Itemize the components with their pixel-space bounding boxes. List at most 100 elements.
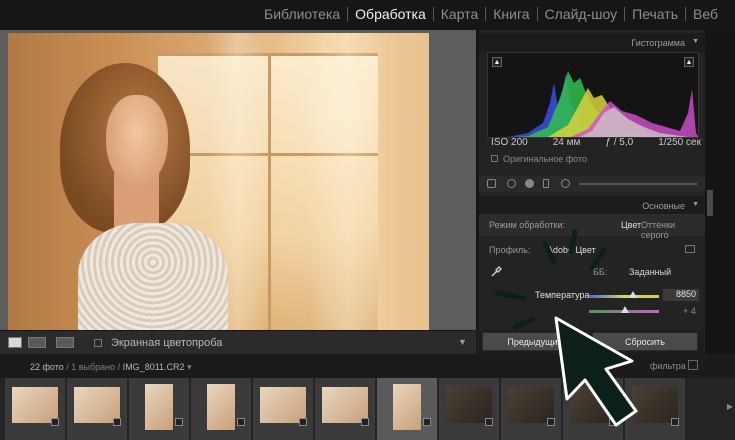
module-book[interactable]: Книга <box>486 5 536 23</box>
edited-badge-icon <box>113 418 121 426</box>
loupe-view-button[interactable] <box>8 337 22 348</box>
edited-badge-icon <box>423 418 431 426</box>
original-checkbox[interactable] <box>491 155 498 162</box>
tool-strip <box>479 176 705 192</box>
edited-badge-icon <box>361 418 369 426</box>
module-slideshow[interactable]: Слайд-шоу <box>538 5 625 23</box>
edited-badge-icon <box>547 418 555 426</box>
treatment-color-option[interactable]: Цвет <box>621 220 641 230</box>
panel-buttons: Предыдущий Сбросить <box>476 330 705 354</box>
filmstrip-info: 22 фото / 1 выбрано / IMG_8011.CR2 ▾ <box>30 362 192 372</box>
tint-row: + 4 <box>479 306 705 318</box>
canvas-toolbar: Экранная цветопроба ▼ <box>0 330 476 354</box>
tint-value[interactable]: + 4 <box>683 306 696 316</box>
module-print[interactable]: Печать <box>625 5 685 23</box>
selected-count: 1 выбрано <box>71 362 116 372</box>
profile-select[interactable]: Adobe Цвет <box>547 245 596 255</box>
reset-button[interactable]: Сбросить <box>592 332 698 351</box>
filter-label[interactable]: фильтра <box>650 361 686 371</box>
module-picker: Библиотека Обработка Карта Книга Слайд-ш… <box>0 0 735 30</box>
collapse-icon[interactable]: ▼ <box>692 38 699 45</box>
edited-badge-icon <box>609 418 617 426</box>
edited-badge-icon <box>175 418 183 426</box>
previous-button[interactable]: Предыдущий <box>482 332 588 351</box>
module-map[interactable]: Карта <box>434 5 485 23</box>
softproof-checkbox[interactable] <box>94 339 102 347</box>
temperature-slider[interactable] <box>589 295 659 298</box>
thumb-image <box>207 384 235 430</box>
photo-count: 22 фото <box>30 362 64 372</box>
filmstrip-thumb[interactable] <box>253 378 313 440</box>
wb-select[interactable]: Заданный <box>629 267 671 277</box>
treatment-row: Режим обработки: Цвет Оттенки серого <box>479 214 705 240</box>
module-library[interactable]: Библиотека <box>257 5 347 23</box>
exif-shutter: 1/250 сек <box>658 137 701 148</box>
profile-label: Профиль: <box>489 245 531 255</box>
photo-canvas[interactable] <box>0 30 476 354</box>
white-balance-row: ББ: Заданный <box>479 263 705 281</box>
basic-header[interactable]: Основные ▼ <box>479 196 705 216</box>
module-web[interactable]: Веб <box>686 5 725 23</box>
filmstrip-thumb[interactable] <box>439 378 499 440</box>
treatment-bw-option[interactable]: Оттенки серого <box>641 220 705 240</box>
filmstrip-thumb[interactable] <box>625 378 685 440</box>
spot-removal-icon[interactable] <box>507 179 516 188</box>
right-panel: Гистограмма ▼ ▲ ▲ ISO 200 24 мм ƒ / 5,0 … <box>476 30 705 355</box>
thumb-image <box>145 384 173 430</box>
exif-aperture: ƒ / 5,0 <box>605 137 634 148</box>
histogram[interactable]: ▲ ▲ <box>487 52 699 138</box>
crop-tool-icon[interactable] <box>487 179 496 188</box>
photo-preview[interactable] <box>8 33 429 354</box>
profile-row: Профиль: Adobe Цвет <box>479 240 705 260</box>
original-photo-toggle[interactable]: Оригинальное фото <box>491 154 587 164</box>
eyedropper-icon[interactable] <box>491 265 503 277</box>
original-label: Оригинальное фото <box>503 154 587 164</box>
exif-focal: 24 мм <box>552 137 581 148</box>
edited-badge-icon <box>299 418 307 426</box>
shadow-clipping-icon[interactable]: ▲ <box>492 57 502 67</box>
filmstrip-thumb[interactable] <box>563 378 623 440</box>
brush-slider[interactable] <box>579 183 697 185</box>
window-frame <box>268 53 271 353</box>
exif-info: ISO 200 24 мм ƒ / 5,0 1/250 сек <box>491 137 701 148</box>
edited-badge-icon <box>671 418 679 426</box>
temperature-value[interactable]: 8850 <box>663 289 699 301</box>
filmstrip[interactable] <box>0 378 735 440</box>
curtain <box>308 33 388 354</box>
filmstrip-thumb-selected[interactable] <box>377 378 437 440</box>
filmstrip-thumb[interactable] <box>501 378 561 440</box>
histogram-header[interactable]: Гистограмма ▼ <box>479 33 705 53</box>
profile-browser-icon[interactable] <box>685 245 695 253</box>
right-edge <box>705 30 735 355</box>
highlight-clipping-icon[interactable]: ▲ <box>684 57 694 67</box>
edited-badge-icon <box>485 418 493 426</box>
filmstrip-header: 22 фото / 1 выбрано / IMG_8011.CR2 ▾ фил… <box>0 354 735 378</box>
filmstrip-thumb[interactable] <box>5 378 65 440</box>
collapse-icon[interactable]: ▼ <box>692 201 699 208</box>
edited-badge-icon <box>51 418 59 426</box>
histogram-graph <box>508 71 698 137</box>
red-eye-icon[interactable] <box>525 179 534 188</box>
subject-face <box>106 95 168 187</box>
before-after-button[interactable] <box>28 337 46 348</box>
filmstrip-thumb[interactable] <box>129 378 189 440</box>
filmstrip-thumb[interactable] <box>67 378 127 440</box>
graduated-filter-icon[interactable] <box>543 179 549 188</box>
toolbar-menu-arrow[interactable]: ▼ <box>458 337 467 347</box>
filter-toggle[interactable] <box>688 360 698 370</box>
temperature-slider-thumb[interactable] <box>629 291 637 298</box>
edited-badge-icon <box>237 418 245 426</box>
module-develop[interactable]: Обработка <box>348 5 433 23</box>
filmstrip-scroll-arrow[interactable]: ▶ <box>727 402 733 411</box>
tint-slider-thumb[interactable] <box>621 306 629 313</box>
panel-scrollbar[interactable] <box>707 190 713 216</box>
histogram-title: Гистограмма <box>631 38 685 48</box>
radial-filter-icon[interactable] <box>561 179 570 188</box>
filmstrip-thumb[interactable] <box>315 378 375 440</box>
temperature-row: Температура 8850 <box>479 288 705 302</box>
filmstrip-thumb[interactable] <box>191 378 251 440</box>
before-after-split-button[interactable] <box>56 337 74 348</box>
temperature-label: Температура <box>535 290 590 300</box>
current-filename[interactable]: IMG_8011.CR2 <box>123 362 185 372</box>
wb-label: ББ: <box>593 267 608 277</box>
